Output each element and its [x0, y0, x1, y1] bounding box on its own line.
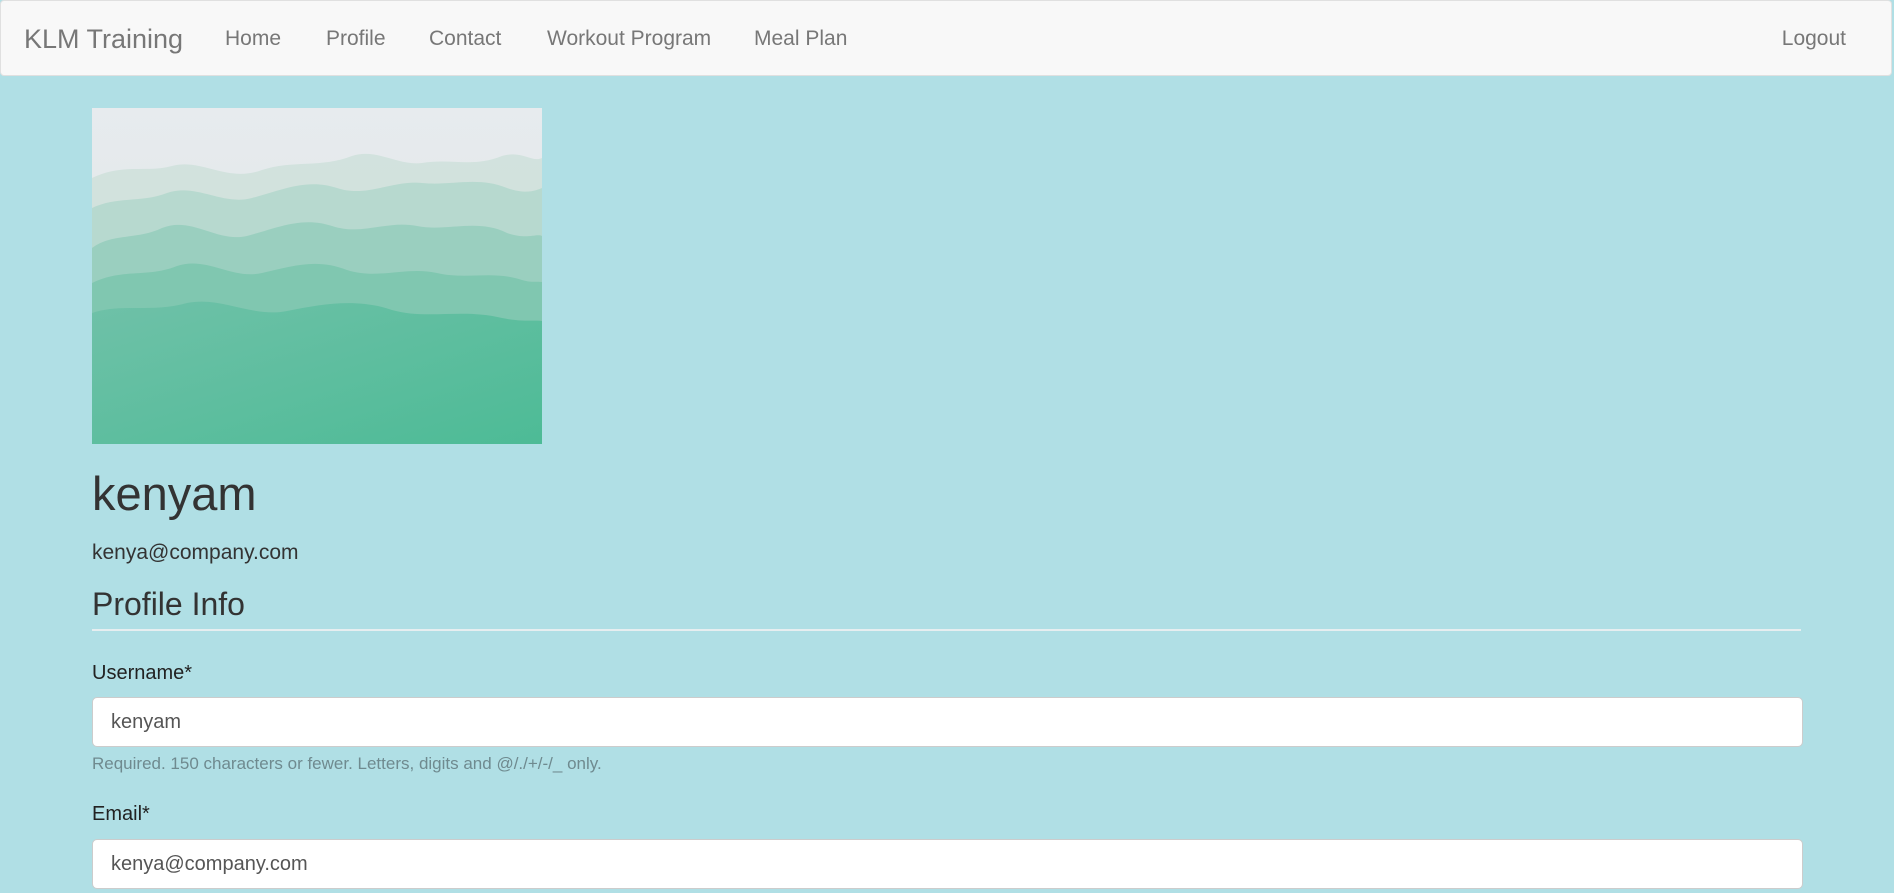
brand-link[interactable]: KLM Training — [24, 1, 183, 77]
top-navbar: KLM Training Home Profile Contact Workou… — [0, 0, 1892, 76]
username-input[interactable] — [92, 697, 1803, 747]
profile-email: kenya@company.com — [92, 541, 299, 564]
nav-meal-plan[interactable]: Meal Plan — [754, 1, 847, 77]
nav-contact[interactable]: Contact — [429, 1, 501, 77]
nav-home[interactable]: Home — [225, 1, 281, 77]
nav-workout-program[interactable]: Workout Program — [547, 1, 711, 77]
section-title-profile-info: Profile Info — [92, 586, 1801, 631]
profile-container: kenyam kenya@company.com Profile Info Us… — [92, 108, 1803, 889]
mountain-landscape-image — [92, 108, 542, 444]
profile-image — [92, 108, 542, 444]
nav-profile[interactable]: Profile — [326, 1, 386, 77]
email-label: Email* — [92, 803, 150, 825]
email-input[interactable] — [92, 839, 1803, 889]
username-label: Username* — [92, 662, 193, 684]
username-help-text: Required. 150 characters or fewer. Lette… — [92, 754, 602, 773]
logout-link[interactable]: Logout — [1782, 1, 1846, 77]
profile-username: kenyam — [92, 467, 257, 520]
